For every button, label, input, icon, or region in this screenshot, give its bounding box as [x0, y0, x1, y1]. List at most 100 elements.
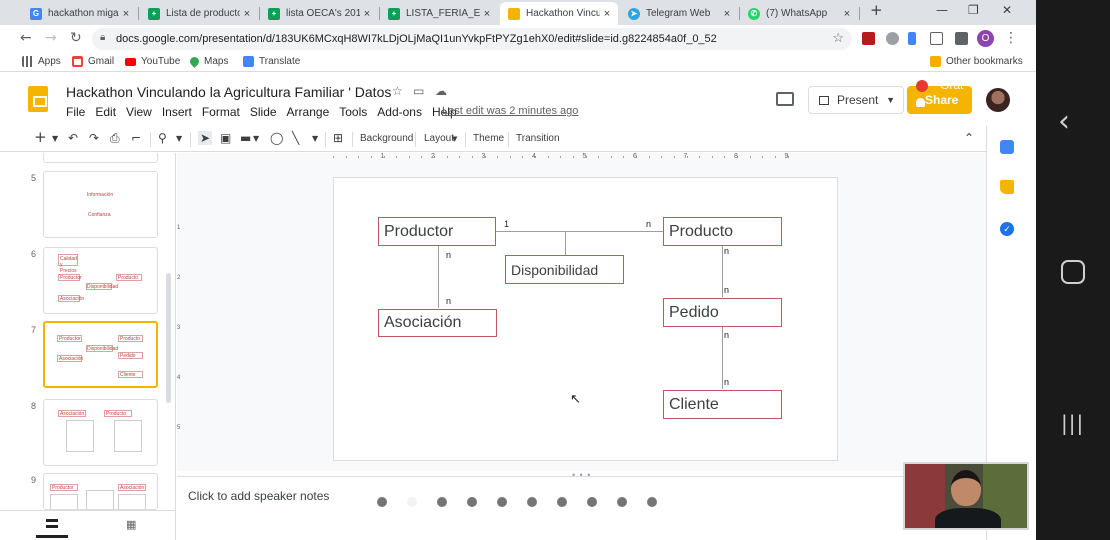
keep-icon[interactable] [1000, 180, 1014, 194]
entity-asociacion[interactable]: Asociación [378, 309, 497, 337]
tab-hackathon-miga[interactable]: G hackathon miga × [22, 2, 137, 25]
slide-thumb-5[interactable]: Información Confianza [43, 171, 158, 238]
present-button[interactable]: Present ▼ [808, 86, 904, 114]
back-arrow-icon[interactable]: ← [20, 30, 32, 46]
redo-icon[interactable]: ↷ [89, 131, 99, 145]
slide-thumb-7-selected[interactable]: Productor Producto Disponibilidad Asocia… [43, 321, 158, 388]
collapse-chevron-icon[interactable]: ⌃ [964, 131, 974, 145]
bookmark-gmail[interactable]: Gmail [72, 56, 114, 67]
comment-history-icon[interactable] [776, 92, 794, 106]
forward-arrow-icon[interactable]: → [45, 30, 57, 46]
last-edit-link[interactable]: Last edit was 2 minutes ago [442, 105, 578, 117]
menu-addons[interactable]: Add-ons [377, 105, 422, 119]
relationship-line[interactable] [565, 231, 566, 256]
tab-hackathon-vinculando[interactable]: Hackathon Vincula × [500, 2, 618, 25]
profile-avatar[interactable]: O [977, 30, 994, 47]
print-icon[interactable]: ⎙ [110, 131, 120, 146]
undo-icon[interactable]: ↶ [68, 131, 78, 145]
minimize-icon[interactable]: — [936, 3, 948, 17]
tab-lista-feria[interactable]: + LISTA_FERIA_ECOL × [380, 2, 498, 25]
grid-view-icon[interactable]: ▦ [126, 518, 136, 531]
extension-icon[interactable] [886, 32, 899, 45]
slide-canvas[interactable]: Productor Producto Disponibilidad Asocia… [333, 177, 838, 461]
reload-icon[interactable]: ↻ [70, 30, 82, 46]
line-icon[interactable]: ╲ [292, 131, 299, 145]
window-close-icon[interactable]: ✕ [1002, 3, 1012, 17]
add-comment-icon[interactable]: ⊞ [333, 131, 343, 145]
speaker-notes-placeholder[interactable]: Click to add speaker notes [188, 489, 329, 503]
puzzle-icon[interactable] [955, 32, 968, 45]
paint-format-icon[interactable]: ⌐ [131, 131, 141, 145]
slide-thumb-9[interactable]: Productor Asociación [43, 473, 158, 510]
relationship-line[interactable] [722, 245, 723, 297]
tab-lista-productos[interactable]: + Lista de producto × [140, 2, 258, 25]
speaker-notes-panel[interactable]: Click to add speaker notes [177, 476, 986, 540]
filmstrip-scrollbar[interactable] [166, 273, 171, 403]
new-tab-button[interactable]: + [870, 1, 883, 19]
restore-icon[interactable]: ❐ [968, 3, 979, 17]
close-icon[interactable]: × [360, 8, 374, 20]
menu-insert[interactable]: Insert [162, 105, 192, 119]
cast-icon[interactable] [930, 32, 943, 45]
pdf-extension-icon[interactable] [862, 32, 875, 45]
zoom-icon[interactable]: ⚲ [158, 131, 167, 145]
star-icon[interactable]: ☆ [392, 84, 403, 98]
entity-producto[interactable]: Producto [663, 217, 782, 246]
close-icon[interactable]: × [240, 8, 254, 20]
relationship-line[interactable] [496, 231, 663, 232]
menu-format[interactable]: Format [202, 105, 240, 119]
close-icon[interactable]: × [600, 8, 614, 20]
slide-thumb-6[interactable]: Calidad y Precios Productor Producto Dis… [43, 247, 158, 314]
calendar-icon[interactable] [1000, 140, 1014, 154]
close-icon[interactable]: × [480, 8, 494, 20]
slide-thumb-8[interactable]: Asociación Producto [43, 399, 158, 466]
menu-tools[interactable]: Tools [339, 105, 367, 119]
entity-pedido[interactable]: Pedido [663, 298, 782, 327]
chevron-down-icon[interactable]: ▼ [176, 134, 182, 143]
close-icon[interactable]: × [840, 8, 854, 20]
image-icon[interactable]: ▬ [240, 131, 251, 145]
tab-lista-oeca[interactable]: + lista OECA's 2019 × [260, 2, 378, 25]
chevron-down-icon[interactable]: ▼ [886, 95, 895, 105]
menu-view[interactable]: View [126, 105, 152, 119]
relationship-line[interactable] [438, 245, 439, 308]
android-recents-icon[interactable]: ||| [1061, 411, 1084, 435]
entity-productor[interactable]: Productor [378, 217, 496, 246]
bookmark-youtube[interactable]: YouTube [125, 56, 180, 67]
avatar[interactable] [986, 88, 1010, 112]
android-home-icon[interactable] [1061, 260, 1085, 284]
document-title[interactable]: Hackathon Vinculando la Agricultura Fami… [66, 84, 391, 100]
layout-button[interactable]: Layout [424, 133, 454, 144]
new-slide-icon[interactable]: + [34, 128, 47, 146]
transition-button[interactable]: Transition [516, 133, 560, 144]
bookmark-maps[interactable]: Maps [188, 55, 228, 68]
list-view-icon[interactable] [46, 519, 58, 528]
tab-telegram[interactable]: ➤ Telegram Web × [620, 2, 738, 25]
tab-whatsapp[interactable]: ✆ (7) WhatsApp × [740, 2, 858, 25]
entity-cliente[interactable]: Cliente [663, 390, 782, 419]
kebab-menu-icon[interactable]: ⋮ [1004, 30, 1018, 46]
bookmark-translate[interactable]: Translate [243, 56, 300, 67]
tasks-icon[interactable]: ✓ [1000, 222, 1014, 236]
menu-arrange[interactable]: Arrange [287, 105, 330, 119]
text-box-icon[interactable]: ▣ [220, 131, 231, 145]
url-text[interactable]: docs.google.com/presentation/d/183UK6MCx… [116, 33, 717, 45]
bookmark-apps[interactable]: Apps [22, 56, 61, 67]
chevron-down-icon[interactable]: ▼ [253, 134, 259, 143]
menu-slide[interactable]: Slide [250, 105, 277, 119]
relationship-line[interactable] [722, 327, 723, 389]
menu-file[interactable]: File [66, 105, 85, 119]
menu-edit[interactable]: Edit [95, 105, 116, 119]
chevron-down-icon[interactable]: ▼ [312, 134, 318, 143]
theme-button[interactable]: Theme [473, 133, 504, 144]
move-folder-icon[interactable]: ▭ [413, 84, 424, 98]
slides-logo-icon[interactable] [28, 86, 48, 112]
pen-extension-icon[interactable] [908, 32, 916, 45]
background-button[interactable]: Background [360, 133, 413, 144]
select-cursor-icon[interactable]: ➤ [198, 131, 213, 145]
chevron-down-icon[interactable]: ▼ [52, 134, 58, 143]
close-icon[interactable]: × [119, 8, 133, 20]
slide-thumb-partial[interactable] [43, 153, 158, 163]
entity-disponibilidad[interactable]: Disponibilidad [505, 255, 624, 284]
android-back-icon[interactable]: ‹ [1058, 104, 1070, 139]
